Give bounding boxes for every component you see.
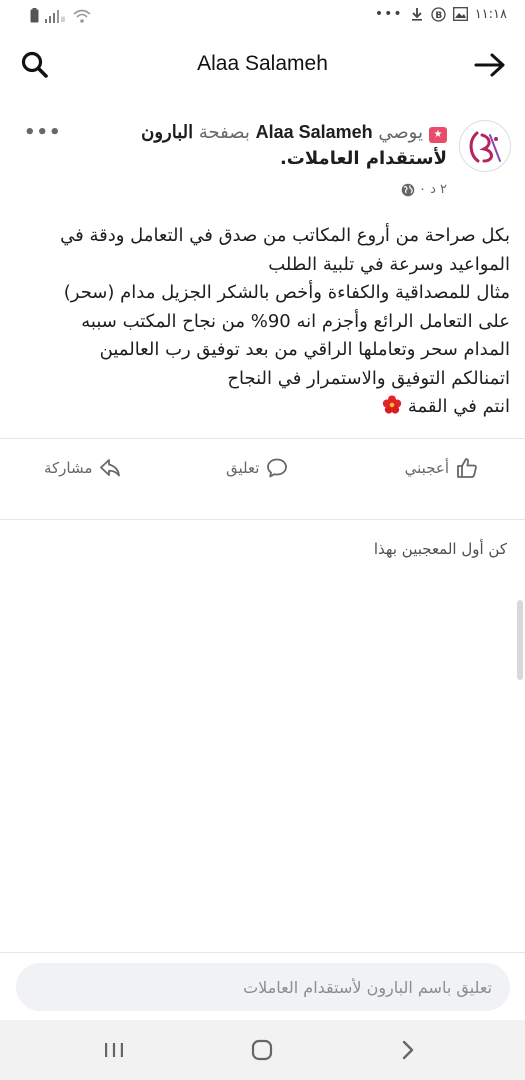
page-title: Alaa Salameh — [197, 52, 328, 75]
system-navigation-bar — [0, 1020, 525, 1080]
recommend-badge-icon: ★ — [429, 127, 447, 143]
post-text: بكل صراحة من أروع المكاتب من صدق في التع… — [20, 222, 510, 422]
clock: ١١:١٨ — [474, 6, 507, 22]
post-header: ••• ★ يوصي Alaa Salameh بصفحة البارون لأس… — [0, 112, 525, 212]
speech-bubble-icon — [267, 458, 288, 478]
share-label: مشاركة — [44, 459, 93, 477]
post-text-line: المدام سحر وتعاملها الراقي من بعد توفيق … — [99, 339, 510, 360]
post-text-line: المواعيد وسرعة في تلبية الطلب — [268, 253, 510, 275]
like-button[interactable]: أعجبني — [405, 453, 479, 483]
thumbs-up-icon — [457, 458, 477, 478]
comment-label: تعليق — [226, 459, 260, 477]
top-app-bar: Alaa Salameh — [0, 40, 525, 90]
notification-dots: ••• — [374, 6, 403, 22]
post-text-line: اتمنالكم التوفيق والاستمرار في النجاح — [227, 367, 510, 389]
page-name-continued[interactable]: لأستقدام العاملات. — [280, 148, 447, 169]
like-label: أعجبني — [404, 459, 449, 477]
share-button[interactable]: مشاركة — [44, 453, 122, 483]
page-logo-icon — [469, 131, 501, 163]
post-text-line-last: انتم في القمة — [20, 393, 510, 422]
wifi-icon — [73, 9, 91, 23]
post-meta: ٢ د ٠ — [401, 182, 447, 197]
author-name[interactable]: Alaa Salameh — [256, 122, 373, 142]
arrow-right-icon[interactable] — [473, 50, 507, 80]
status-bar: ll ••• B ١١:١٨ — [0, 0, 525, 34]
status-right: ••• B ١١:١٨ — [375, 6, 507, 22]
recent-apps-icon[interactable] — [98, 1034, 130, 1066]
home-icon[interactable] — [246, 1034, 278, 1066]
svg-text:ll: ll — [61, 16, 65, 23]
share-arrow-icon — [100, 459, 121, 477]
post-text-line: على التعامل الرائع وأجزم انه 90% من نجاح… — [81, 310, 510, 332]
post-text-line: مثال للمصداقية والكفاءة وأخص بالشكر الجز… — [63, 282, 510, 303]
hibiscus-icon — [382, 395, 402, 414]
scrollbar[interactable] — [517, 600, 523, 680]
comment-composer — [0, 952, 525, 1020]
download-icon — [411, 8, 422, 21]
chevron-right-icon[interactable] — [392, 1034, 424, 1066]
post-time[interactable]: ٢ د ٠ — [419, 182, 447, 197]
battery-icon — [30, 8, 39, 23]
comment-button[interactable]: تعليق — [226, 453, 289, 483]
recommends-label: يوصي — [378, 122, 423, 143]
image-icon — [452, 7, 468, 21]
signal-icon: ll — [45, 9, 65, 23]
svg-text:B: B — [435, 11, 442, 21]
b-circle-icon: B — [431, 6, 446, 22]
post-text-line: انتم في القمة — [407, 396, 510, 417]
page-name[interactable]: البارون — [141, 122, 193, 142]
status-left: ll — [30, 8, 91, 23]
via-label: بصفحة — [198, 122, 250, 143]
more-options-button[interactable]: ••• — [24, 122, 62, 143]
avatar[interactable] — [459, 120, 511, 172]
post-author-line: ★ يوصي Alaa Salameh بصفحة البارون — [141, 122, 447, 143]
post-actions-bar: أعجبني تعليق مشاركة — [0, 438, 525, 520]
globe-icon — [401, 183, 415, 196]
comment-input[interactable] — [16, 963, 510, 1011]
post-text-line: بكل صراحة من أروع المكاتب من صدق في التع… — [60, 225, 510, 246]
likes-summary: كن أول المعجبين بهذا — [373, 540, 507, 558]
